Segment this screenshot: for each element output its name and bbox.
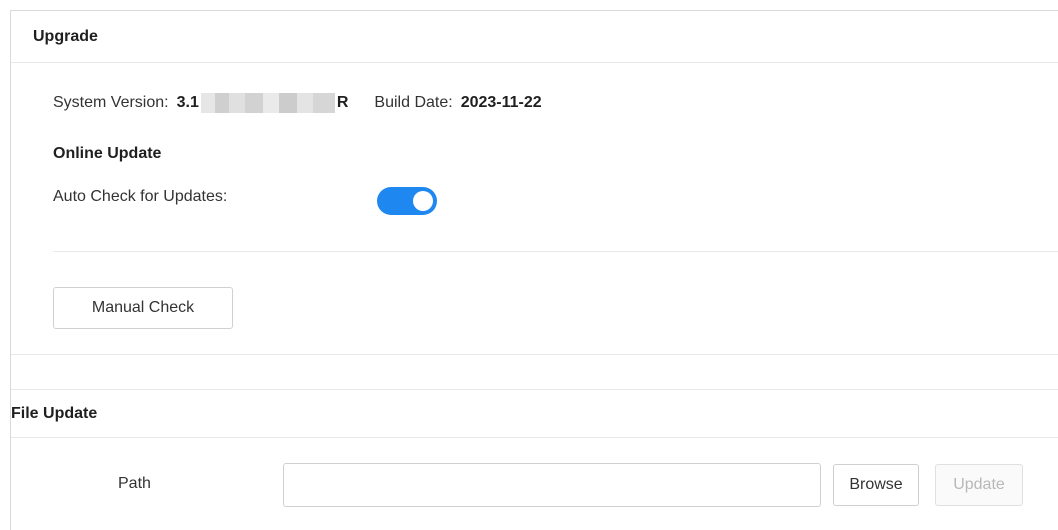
online-update-heading: Online Update [53,145,162,162]
path-input[interactable] [283,463,821,507]
upgrade-section-header: Upgrade [11,11,1058,63]
auto-check-toggle[interactable] [377,187,437,215]
manual-check-button[interactable]: Manual Check [53,287,233,329]
path-label: Path [118,475,151,492]
browse-button[interactable]: Browse [833,464,919,506]
system-version-prefix: 3.1 [176,94,199,112]
version-info-row: System Version: 3.1 R Build Date: 2023-11… [53,91,542,115]
redacted-block [200,93,335,113]
system-version-label: System Version: [53,94,169,111]
file-update-title: File Update [11,405,98,422]
file-update-section-header: File Update [11,390,1058,438]
toggle-knob [413,191,433,211]
section-separator [11,354,1058,390]
system-version-value: 3.1 R [176,93,349,113]
auto-check-label: Auto Check for Updates: [53,188,228,205]
upgrade-title: Upgrade [33,28,98,45]
update-button[interactable]: Update [935,464,1023,506]
build-date-value: 2023-11-22 [460,94,542,111]
build-date-label: Build Date: [374,94,453,111]
system-version-suffix: R [336,94,349,112]
online-update-divider [53,251,1058,252]
upgrade-panel: Upgrade System Version: 3.1 R Build Date:… [10,10,1058,530]
